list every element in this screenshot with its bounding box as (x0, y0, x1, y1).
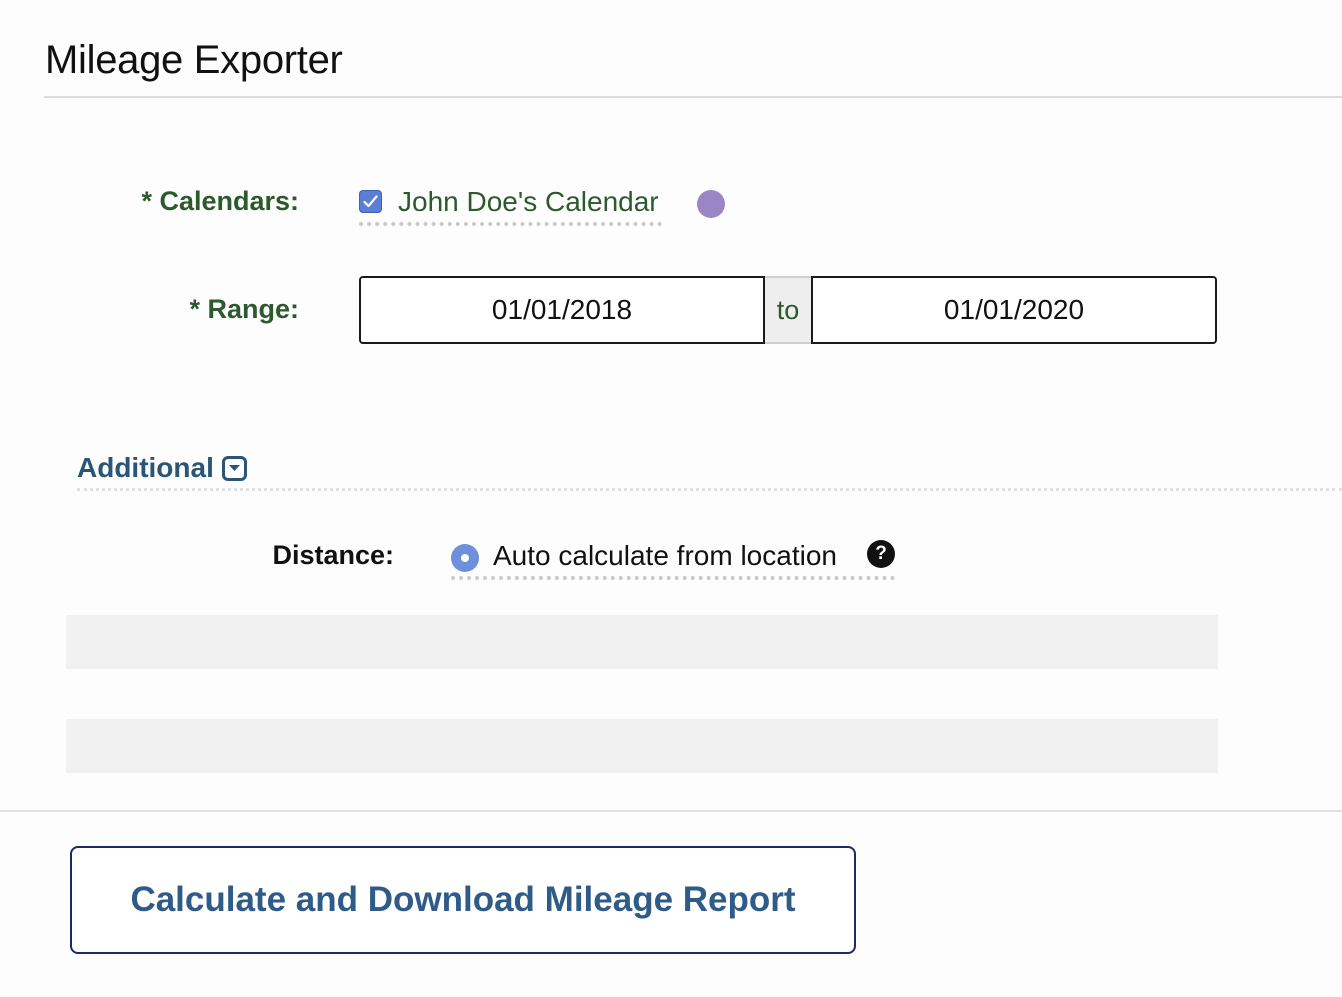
checkmark-icon (363, 195, 378, 208)
help-icon[interactable]: ? (867, 540, 895, 568)
calculate-download-button[interactable]: Calculate and Download Mileage Report (70, 846, 856, 954)
distance-label: Distance: (272, 540, 394, 570)
empty-row-placeholder (66, 615, 1218, 669)
distance-radio[interactable] (451, 544, 479, 572)
calendar-option-john-doe[interactable]: John Doe's Calendar (359, 186, 662, 226)
additional-divider (77, 488, 1342, 491)
empty-row-placeholder (66, 719, 1218, 773)
chevron-down-box-icon[interactable] (221, 455, 247, 481)
distance-option-auto[interactable]: Auto calculate from location (451, 540, 895, 580)
date-range-group: to (359, 276, 1217, 344)
page-title: Mileage Exporter (45, 38, 343, 82)
calendars-label: * Calendars: (141, 186, 299, 216)
calendar-checkbox[interactable] (359, 190, 382, 213)
range-label: * Range: (189, 294, 299, 324)
range-start-input[interactable] (359, 276, 765, 344)
chevron-down-icon (228, 465, 240, 471)
title-divider (44, 96, 1342, 98)
calendar-name: John Doe's Calendar (398, 186, 659, 217)
distance-option-label: Auto calculate from location (493, 540, 837, 571)
additional-section-toggle[interactable]: Additional (77, 452, 247, 484)
radio-selected-dot (461, 554, 469, 562)
footer-divider (0, 810, 1342, 812)
additional-label: Additional (77, 452, 214, 483)
range-end-input[interactable] (811, 276, 1217, 344)
calendar-color-dot (697, 190, 725, 218)
range-separator: to (765, 276, 811, 344)
